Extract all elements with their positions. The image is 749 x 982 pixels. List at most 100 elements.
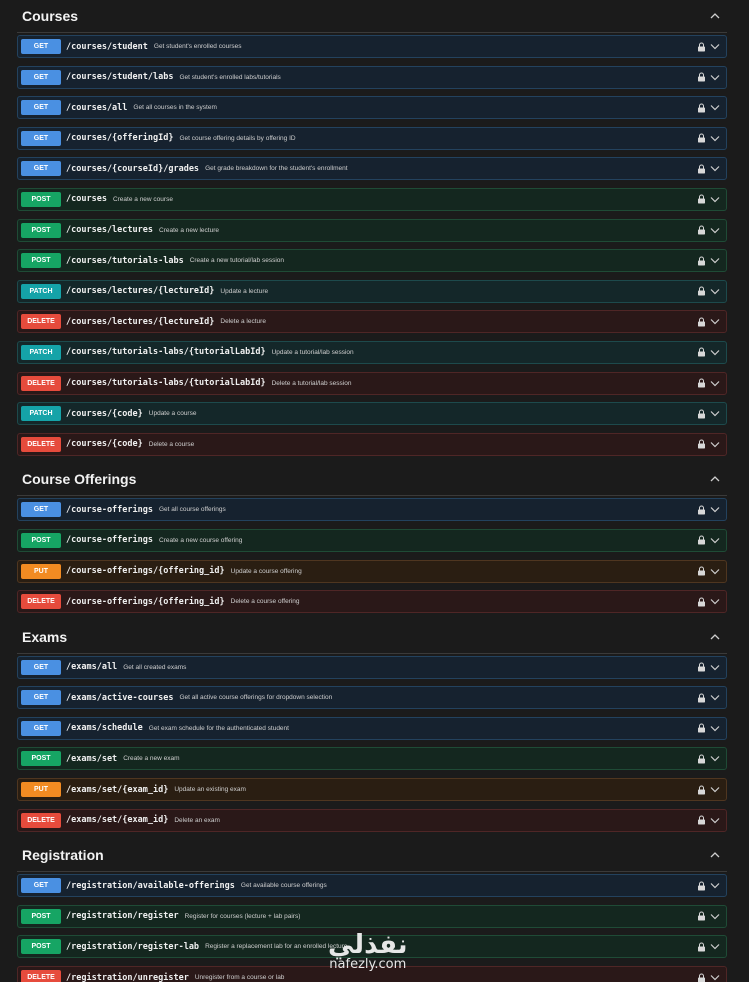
lock-icon[interactable] bbox=[697, 409, 706, 419]
endpoint-row[interactable]: GET/courses/{courseId}/grades Get grade b… bbox=[17, 157, 727, 181]
endpoint-row[interactable]: DELETE/courses/lectures/{lectureId} Delet… bbox=[17, 310, 727, 334]
lock-icon[interactable] bbox=[697, 566, 706, 576]
chevron-down-icon[interactable] bbox=[710, 288, 720, 295]
section-title: Registration bbox=[22, 847, 104, 864]
section-header[interactable]: Course Offerings bbox=[17, 463, 727, 497]
lock-icon[interactable] bbox=[697, 439, 706, 449]
endpoint-row[interactable]: DELETE/courses/{code} Delete a course bbox=[17, 432, 727, 456]
lock-icon[interactable] bbox=[697, 693, 706, 703]
chevron-up-icon[interactable] bbox=[709, 631, 721, 643]
lock-icon[interactable] bbox=[697, 973, 706, 982]
lock-icon[interactable] bbox=[697, 317, 706, 327]
chevron-down-icon[interactable] bbox=[710, 882, 720, 889]
lock-icon[interactable] bbox=[697, 535, 706, 545]
chevron-down-icon[interactable] bbox=[710, 257, 720, 264]
lock-icon[interactable] bbox=[697, 942, 706, 952]
chevron-down-icon[interactable] bbox=[710, 974, 720, 981]
lock-icon[interactable] bbox=[697, 194, 706, 204]
chevron-up-icon[interactable] bbox=[709, 10, 721, 22]
endpoint-row[interactable]: GET/exams/active-courses Get all active c… bbox=[17, 686, 727, 710]
endpoint-row[interactable]: GET/exams/schedule Get exam schedule for … bbox=[17, 716, 727, 740]
endpoint-description: Update a lecture bbox=[220, 287, 269, 295]
endpoint-description: Unregister from a course or lab bbox=[194, 974, 285, 982]
chevron-down-icon[interactable] bbox=[710, 43, 720, 50]
endpoint-row[interactable]: DELETE/course-offerings/{offering_id} Del… bbox=[17, 590, 727, 614]
lock-icon[interactable] bbox=[697, 597, 706, 607]
endpoint-row[interactable]: GET/courses/student/labs Get student's en… bbox=[17, 65, 727, 89]
lock-icon[interactable] bbox=[697, 378, 706, 388]
section-title: Exams bbox=[22, 628, 68, 645]
lock-icon[interactable] bbox=[697, 754, 706, 764]
endpoint-path: /courses/all bbox=[66, 102, 128, 113]
lock-icon[interactable] bbox=[697, 815, 706, 825]
chevron-down-icon[interactable] bbox=[710, 725, 720, 732]
lock-icon[interactable] bbox=[697, 881, 706, 891]
lock-icon[interactable] bbox=[697, 225, 706, 235]
endpoint-path: /exams/active-courses bbox=[66, 692, 174, 703]
endpoint-row[interactable]: POST/registration/register Register for c… bbox=[17, 904, 727, 928]
chevron-down-icon[interactable] bbox=[710, 104, 720, 111]
chevron-down-icon[interactable] bbox=[710, 943, 720, 950]
lock-icon[interactable] bbox=[697, 133, 706, 143]
endpoint-row[interactable]: GET/courses/all Get all courses in the sy… bbox=[17, 96, 727, 120]
endpoint-row[interactable]: PATCH/courses/{code} Update a course bbox=[17, 402, 727, 426]
method-badge: PATCH bbox=[21, 283, 61, 299]
chevron-down-icon[interactable] bbox=[710, 755, 720, 762]
chevron-down-icon[interactable] bbox=[710, 227, 720, 234]
endpoint-row[interactable]: PUT/course-offerings/{offering_id} Update… bbox=[17, 559, 727, 583]
endpoint-row[interactable]: GET/courses/{offeringId} Get course offer… bbox=[17, 126, 727, 150]
endpoint-row[interactable]: GET/exams/all Get all created exams bbox=[17, 655, 727, 679]
lock-icon[interactable] bbox=[697, 911, 706, 921]
endpoint-row[interactable]: POST/courses/tutorials-labs Create a new … bbox=[17, 249, 727, 273]
lock-icon[interactable] bbox=[697, 72, 706, 82]
chevron-down-icon[interactable] bbox=[710, 568, 720, 575]
lock-icon[interactable] bbox=[697, 505, 706, 515]
section-header[interactable]: Exams bbox=[17, 621, 727, 654]
chevron-down-icon[interactable] bbox=[710, 74, 720, 81]
lock-icon[interactable] bbox=[697, 256, 706, 266]
chevron-down-icon[interactable] bbox=[710, 318, 720, 325]
endpoint-description: Create a new lecture bbox=[159, 226, 219, 234]
endpoint-row[interactable]: DELETE/exams/set/{exam_id} Delete an exam bbox=[17, 808, 727, 832]
chevron-down-icon[interactable] bbox=[710, 165, 720, 172]
chevron-down-icon[interactable] bbox=[710, 913, 720, 920]
lock-icon[interactable] bbox=[697, 662, 706, 672]
chevron-down-icon[interactable] bbox=[710, 441, 720, 448]
chevron-down-icon[interactable] bbox=[710, 410, 720, 417]
endpoint-row[interactable]: GET/course-offerings Get all course offer… bbox=[17, 498, 727, 522]
chevron-up-icon[interactable] bbox=[709, 849, 721, 861]
chevron-down-icon[interactable] bbox=[710, 664, 720, 671]
endpoint-row[interactable]: DELETE/courses/tutorials-labs/{tutorialL… bbox=[17, 371, 727, 395]
lock-icon[interactable] bbox=[697, 286, 706, 296]
lock-icon[interactable] bbox=[697, 785, 706, 795]
chevron-down-icon[interactable] bbox=[710, 135, 720, 142]
chevron-down-icon[interactable] bbox=[710, 196, 720, 203]
chevron-down-icon[interactable] bbox=[710, 380, 720, 387]
endpoint-row[interactable]: POST/courses Create a new course bbox=[17, 187, 727, 211]
method-badge: DELETE bbox=[21, 594, 61, 610]
chevron-down-icon[interactable] bbox=[710, 817, 720, 824]
endpoint-row[interactable]: GET/courses/student Get student's enrolle… bbox=[17, 35, 727, 58]
chevron-up-icon[interactable] bbox=[709, 473, 721, 485]
lock-icon[interactable] bbox=[697, 164, 706, 174]
lock-icon[interactable] bbox=[697, 347, 706, 357]
endpoint-row[interactable]: POST/course-offerings Create a new course… bbox=[17, 528, 727, 552]
chevron-down-icon[interactable] bbox=[710, 598, 720, 605]
section-header[interactable]: Courses bbox=[17, 0, 727, 33]
endpoint-row[interactable]: PATCH/courses/lectures/{lectureId} Update… bbox=[17, 279, 727, 303]
lock-icon[interactable] bbox=[697, 723, 706, 733]
chevron-down-icon[interactable] bbox=[710, 349, 720, 356]
endpoint-row[interactable]: GET/registration/available-offerings Get … bbox=[17, 874, 727, 898]
endpoint-row[interactable]: POST/courses/lectures Create a new lectur… bbox=[17, 218, 727, 242]
lock-icon[interactable] bbox=[697, 103, 706, 113]
endpoint-row[interactable]: PATCH/courses/tutorials-labs/{tutorialLa… bbox=[17, 340, 727, 364]
chevron-down-icon[interactable] bbox=[710, 506, 720, 513]
endpoint-row[interactable]: PUT/exams/set/{exam_id} Update an existin… bbox=[17, 778, 727, 802]
section-header[interactable]: Registration bbox=[17, 839, 727, 873]
chevron-down-icon[interactable] bbox=[710, 537, 720, 544]
endpoint-row[interactable]: POST/exams/set Create a new exam bbox=[17, 747, 727, 771]
chevron-down-icon[interactable] bbox=[710, 694, 720, 701]
lock-icon[interactable] bbox=[697, 42, 706, 52]
chevron-down-icon[interactable] bbox=[710, 786, 720, 793]
method-badge: PUT bbox=[21, 563, 61, 579]
